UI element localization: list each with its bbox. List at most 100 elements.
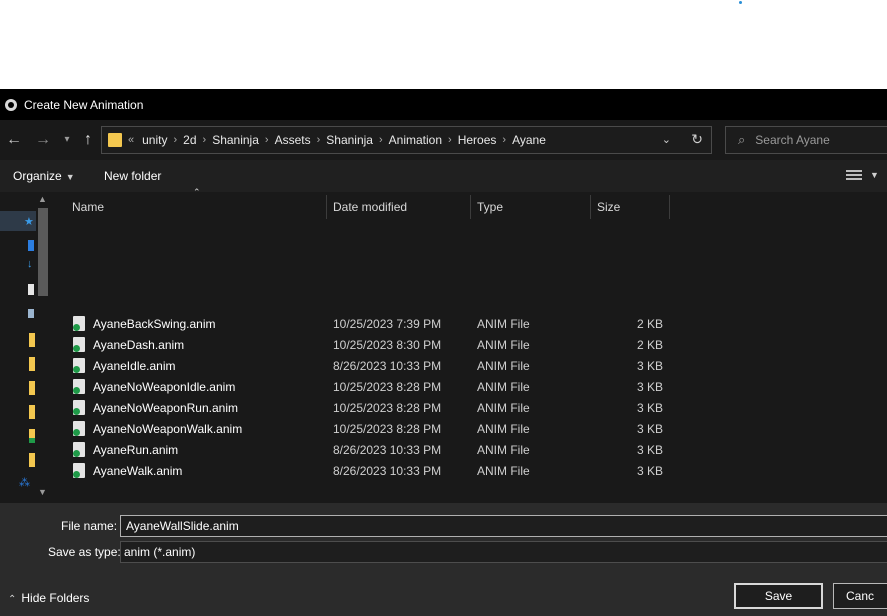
recent-locations-button[interactable]: ▾: [60, 128, 74, 152]
column-divider[interactable]: [669, 195, 670, 219]
save-as-type-label: Save as type:: [48, 545, 121, 559]
arrow-left-icon: ←: [6, 131, 22, 148]
back-button[interactable]: ←: [4, 128, 24, 152]
file-size: 2 KB: [636, 317, 663, 331]
file-row[interactable]: AyaneNoWeaponRun.anim 10/25/2023 8:28 PM…: [70, 397, 720, 418]
up-button[interactable]: ↑: [79, 128, 97, 152]
file-type: ANIM File: [477, 443, 530, 457]
anim-file-icon: [73, 442, 85, 457]
file-row[interactable]: AyaneBackSwing.anim 10/25/2023 7:39 PM A…: [70, 313, 720, 334]
anim-file-icon: [73, 337, 85, 352]
hide-folders-button[interactable]: ⌃ Hide Folders: [8, 591, 89, 605]
file-size: 2 KB: [636, 338, 663, 352]
file-type: ANIM File: [477, 422, 530, 436]
file-size: 3 KB: [636, 464, 663, 478]
file-name-label: File name:: [61, 519, 118, 533]
file-name: AyaneNoWeaponWalk.anim: [93, 422, 243, 436]
folder-icon[interactable]: [29, 453, 35, 467]
file-date: 8/26/2023 10:33 PM: [333, 443, 442, 457]
file-row[interactable]: AyaneNoWeaponIdle.anim 10/25/2023 8:28 P…: [70, 376, 720, 397]
column-header-type[interactable]: Type: [477, 195, 503, 219]
file-type: ANIM File: [477, 359, 530, 373]
column-header-size[interactable]: Size: [597, 195, 620, 219]
folder-icon: [108, 133, 122, 147]
breadcrumb-item[interactable]: Shaninja: [320, 133, 379, 147]
search-icon: ⌕: [738, 132, 746, 147]
breadcrumb-item[interactable]: Shaninja: [206, 133, 265, 147]
file-date: 8/26/2023 10:33 PM: [333, 359, 442, 373]
breadcrumb: unity › 2d › Shaninja › Assets › Shaninj…: [136, 133, 552, 147]
organize-button[interactable]: Organize ▼: [13, 169, 75, 183]
cancel-button[interactable]: Canc: [833, 583, 887, 609]
chevron-down-icon: ▼: [65, 172, 75, 182]
scroll-down-icon[interactable]: ▼: [38, 487, 47, 497]
documents-icon[interactable]: [28, 284, 34, 295]
anim-file-icon: [73, 316, 85, 331]
anim-file-icon: [73, 421, 85, 436]
column-divider[interactable]: [326, 195, 327, 219]
address-bar[interactable]: « unity › 2d › Shaninja › Assets › Shani…: [101, 126, 712, 154]
breadcrumb-item[interactable]: Assets: [269, 133, 317, 147]
dropbox-icon[interactable]: ⁂: [19, 476, 33, 489]
file-date: 10/25/2023 8:28 PM: [333, 380, 442, 394]
file-row[interactable]: AyaneRun.anim 8/26/2023 10:33 PM ANIM Fi…: [70, 439, 720, 460]
scrollbar-thumb[interactable]: [38, 208, 48, 296]
search-input[interactable]: [755, 133, 876, 147]
file-type: ANIM File: [477, 317, 530, 331]
background-area: [0, 0, 887, 89]
breadcrumb-item[interactable]: Heroes: [452, 133, 503, 147]
folder-icon[interactable]: [29, 405, 35, 419]
quick-access-star-icon[interactable]: ★: [24, 215, 34, 228]
column-header-date[interactable]: Date modified: [333, 195, 407, 219]
file-date: 8/26/2023 10:33 PM: [333, 464, 442, 478]
folder-icon[interactable]: [29, 357, 35, 371]
desktop-icon[interactable]: [28, 240, 34, 251]
file-name-field[interactable]: [120, 515, 887, 537]
navigation-pane: ★ ↓ ⁂ ▲ ▼: [0, 192, 52, 503]
column-divider[interactable]: [590, 195, 591, 219]
file-row[interactable]: AyaneNoWeaponWalk.anim 10/25/2023 8:28 P…: [70, 418, 720, 439]
file-name: AyaneNoWeaponIdle.anim: [93, 380, 236, 394]
organize-label: Organize: [13, 169, 62, 183]
arrow-up-icon: ↑: [84, 131, 92, 148]
downloads-icon[interactable]: ↓: [27, 258, 33, 270]
scroll-up-icon[interactable]: ▲: [38, 194, 47, 204]
file-type: ANIM File: [477, 464, 530, 478]
file-type: ANIM File: [477, 401, 530, 415]
breadcrumb-item[interactable]: 2d: [177, 133, 202, 147]
save-button[interactable]: Save: [734, 583, 823, 609]
address-dropdown-icon[interactable]: ⌄: [662, 133, 671, 146]
chevron-up-icon: ⌃: [8, 594, 17, 605]
folder-icon[interactable]: [29, 333, 35, 347]
unity-icon: [5, 98, 17, 111]
file-name: AyaneNoWeaponRun.anim: [93, 401, 238, 415]
synced-folder-icon[interactable]: [29, 429, 35, 443]
folder-icon[interactable]: [29, 381, 35, 395]
search-box[interactable]: ⌕: [725, 126, 887, 154]
arrow-right-icon: →: [35, 131, 51, 148]
column-header-name[interactable]: Name: [72, 195, 104, 219]
breadcrumb-item[interactable]: unity: [136, 133, 173, 147]
save-as-type-select[interactable]: anim (*.anim): [120, 541, 887, 563]
new-folder-button[interactable]: New folder: [104, 169, 161, 183]
view-options-icon[interactable]: [846, 170, 862, 182]
file-name: AyaneRun.anim: [93, 443, 179, 457]
file-name: AyaneDash.anim: [93, 338, 185, 352]
file-row[interactable]: AyaneDash.anim 10/25/2023 8:30 PM ANIM F…: [70, 334, 720, 355]
refresh-icon[interactable]: ↻: [691, 131, 703, 148]
breadcrumb-overflow[interactable]: «: [128, 134, 134, 146]
file-date: 10/25/2023 8:30 PM: [333, 338, 442, 352]
column-divider[interactable]: [470, 195, 471, 219]
breadcrumb-item[interactable]: Ayane: [506, 133, 552, 147]
view-dropdown-icon[interactable]: ▼: [870, 170, 879, 180]
forward-button[interactable]: →: [33, 128, 53, 152]
pictures-icon[interactable]: [28, 309, 34, 318]
breadcrumb-item[interactable]: Animation: [383, 133, 448, 147]
file-row[interactable]: AyaneWalk.anim 8/26/2023 10:33 PM ANIM F…: [70, 460, 720, 481]
file-size: 3 KB: [636, 422, 663, 436]
file-row[interactable]: AyaneIdle.anim 8/26/2023 10:33 PM ANIM F…: [70, 355, 720, 376]
file-date: 10/25/2023 8:28 PM: [333, 422, 442, 436]
file-size: 3 KB: [636, 380, 663, 394]
file-date: 10/25/2023 8:28 PM: [333, 401, 442, 415]
file-type: ANIM File: [477, 380, 530, 394]
